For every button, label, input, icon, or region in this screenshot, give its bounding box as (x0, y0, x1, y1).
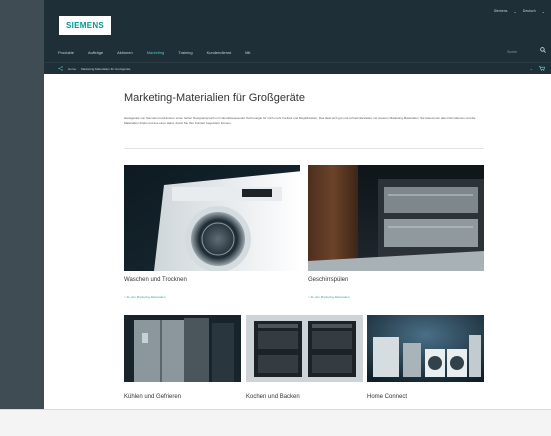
home-connect-image (367, 315, 484, 382)
backdrop-left (0, 0, 44, 436)
intro-text: Hausgeräte von Siemens kombinieren einen… (124, 116, 476, 125)
tile-label-homeconnect[interactable]: Home Connect (367, 394, 407, 400)
language-link[interactable]: Deutsch (523, 9, 536, 14)
washing-machine-image (124, 165, 300, 271)
breadcrumb-current: Marketing-Materialien für Großgeräte (81, 66, 131, 71)
tile-link-geschirr[interactable]: > Zu den Marketing-Materialien (308, 295, 350, 299)
search-input[interactable]: Suche (507, 50, 517, 54)
fridge-image (124, 315, 241, 382)
nav-item-marketing[interactable]: Marketing (147, 50, 165, 55)
tile-link-waschen[interactable]: > Zu den Marketing-Materialien (124, 295, 166, 299)
nav-item-produkte[interactable]: Produkte (58, 50, 74, 55)
nav-item-kundendienst[interactable]: Kundendienst (207, 50, 231, 55)
tile-geschirr-image[interactable] (308, 165, 484, 271)
tile-label-kuehlen[interactable]: Kühlen und Gefrieren (124, 394, 181, 400)
page-title: Marketing-Materialien für Großgeräte (124, 92, 305, 104)
country-link[interactable]: Siemens (494, 9, 508, 14)
divider (124, 148, 484, 149)
tile-label-kochen[interactable]: Kochen und Backen (246, 394, 300, 400)
nav-item-aktionen[interactable]: Aktionen (117, 50, 133, 55)
search-icon[interactable] (540, 47, 546, 53)
dishwasher-image (308, 165, 484, 271)
chevron-down-icon[interactable]: ⌄ (542, 9, 545, 14)
nav-item-training[interactable]: Training (178, 50, 192, 55)
site-header: SIEMENS Siemens ⌄ Deutsch ⌄ Produkte Auf… (44, 0, 551, 74)
main-nav: Produkte Aufträge Aktionen Marketing Tra… (58, 50, 250, 55)
tile-kochen-image[interactable] (246, 315, 363, 382)
nav-item-auftraege[interactable]: Aufträge (88, 50, 103, 55)
backdrop-bottom (0, 410, 551, 436)
breadcrumb-home[interactable]: Home (68, 67, 76, 71)
divider (0, 409, 551, 410)
oven-image (246, 315, 363, 382)
top-utility-links: Siemens ⌄ Deutsch ⌄ (494, 9, 545, 14)
tile-kuehlen-image[interactable] (124, 315, 241, 382)
siemens-logo[interactable]: SIEMENS (59, 16, 111, 35)
chevron-down-icon[interactable]: ⌄ (530, 66, 533, 71)
breadcrumb: Home Marketing-Materialien für Großgerät… (44, 62, 551, 74)
tile-label-geschirr[interactable]: Geschirrspülen (308, 277, 348, 283)
tile-label-waschen[interactable]: Waschen und Trocknen (124, 277, 187, 283)
nav-item-mit[interactable]: Mit (245, 50, 250, 55)
share-icon[interactable] (58, 66, 63, 71)
tile-homeconnect-image[interactable] (367, 315, 484, 382)
tile-waschen-image[interactable] (124, 165, 300, 271)
website-frame: SIEMENS Siemens ⌄ Deutsch ⌄ Produkte Auf… (44, 0, 551, 410)
cart-icon[interactable] (539, 66, 545, 71)
chevron-down-icon[interactable]: ⌄ (513, 9, 516, 14)
